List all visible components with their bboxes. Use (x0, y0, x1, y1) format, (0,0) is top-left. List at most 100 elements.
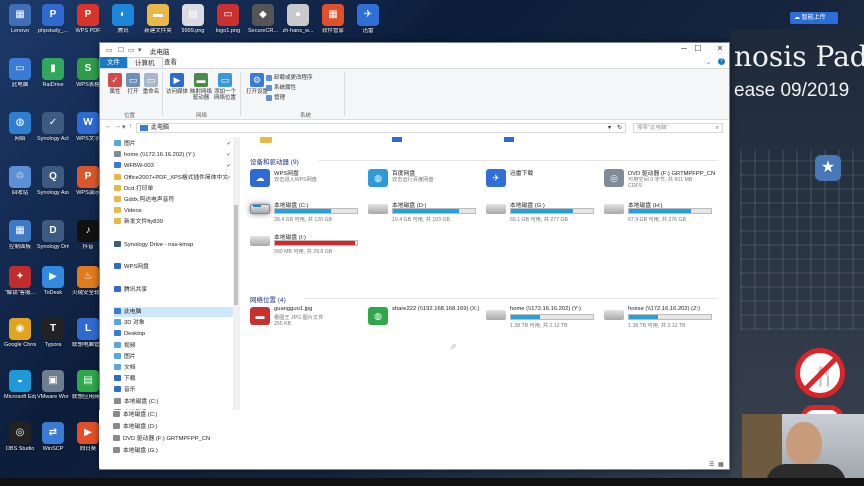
nav-item[interactable]: 下载 (114, 374, 234, 384)
network-header[interactable]: 网络位置 (4) (250, 294, 286, 304)
nav-item[interactable]: WFBW-003 ✔ (114, 161, 234, 171)
nav-item[interactable]: 图片 (114, 352, 234, 362)
nav-item[interactable]: 文档 (114, 363, 234, 373)
address-dropdown-icon[interactable]: ▾ (608, 124, 611, 132)
drive-tile[interactable]: 本地磁盘 (C:) 38.4 GB 可用, 共 120 GB (250, 199, 368, 223)
nav-item[interactable]: 本地磁盘 (C:) (114, 397, 234, 407)
desktop-icon[interactable]: ▦ Lenovo (4, 4, 36, 35)
nav-item[interactable]: 3D 对象 (114, 318, 234, 328)
nav-item[interactable]: WPS网盘 (114, 262, 234, 272)
manage-item[interactable]: 管理 (266, 93, 285, 101)
drive-tile[interactable]: hoese (\\172.16.16.202) (Z:) 1.38 TB 可用, … (604, 305, 722, 329)
nav-item[interactable]: Office2007+PDF_XPS格式插件简体中文 ✔ (114, 173, 234, 183)
map-network-drive-button[interactable]: ▬ 映射网络驱动器 (190, 73, 212, 101)
item-tile[interactable]: ◍ share222 (\\192.168.168.169) (X:) (368, 305, 486, 329)
up-button[interactable]: ↑ (129, 123, 133, 130)
back-button[interactable]: ← (105, 123, 112, 130)
refresh-icon[interactable]: ↻ (617, 124, 622, 132)
nav-item[interactable]: 音乐 (114, 385, 234, 395)
details-view-icon[interactable]: ☰ (709, 460, 714, 469)
desktop-icon[interactable]: D Synology Drive Client (37, 220, 69, 251)
desktop-icon[interactable]: ▶ ToDesk (37, 266, 69, 297)
desktop-icon[interactable]: ◎ OBS Studio (4, 422, 36, 453)
desktop-icon[interactable]: ◍ 网络 (4, 112, 36, 143)
drive-tile[interactable]: 本地磁盘 (D:) 19.4 GB 可用, 共 103 GB (368, 199, 486, 223)
desktop-icon[interactable]: ♲ 回收站 (4, 166, 36, 197)
desktop-icon[interactable]: ✈ 迅雷 (352, 4, 384, 35)
cloud-upload-button[interactable]: ☁ 智能上传 (790, 12, 838, 24)
recent-dropdown-button[interactable]: ▾ (122, 123, 126, 131)
nav-item[interactable]: 本地磁盘 (G:) (113, 446, 233, 456)
desktop-icon-label: Lenovo (10, 28, 30, 34)
nav-item[interactable]: 图片 ✔ (114, 139, 234, 149)
properties-quick-icon[interactable]: ☐ (118, 46, 124, 54)
nav-scrollbar-thumb[interactable] (234, 205, 238, 305)
nav-item[interactable]: 视频 (114, 341, 234, 351)
item-tile[interactable]: ☁ WPS网盘 双击进入WPS网盘 (250, 167, 368, 191)
desktop-icon[interactable]: ▦ 软件管家 (317, 4, 349, 35)
collapse-ribbon-icon[interactable]: ⌄ (706, 59, 711, 66)
nav-item[interactable]: 腾讯共享 (114, 285, 234, 295)
desktop-icon[interactable]: ◐ 腾讯 (107, 4, 139, 35)
desktop-icon[interactable]: ▭ 此电脑 (4, 58, 36, 89)
desktop-icon[interactable]: ▮ RaiDrive (37, 58, 69, 89)
devices-header[interactable]: 设备和驱动器 (9) (250, 156, 299, 166)
desktop-icon[interactable]: ▤ 9999.png (177, 4, 209, 35)
new-folder-quick-icon[interactable]: ▭ (128, 46, 135, 54)
tab-file[interactable]: 文件 (100, 57, 127, 68)
nav-item[interactable]: Synology Drive - nas-kmsp (114, 240, 234, 250)
close-button[interactable]: ✕ (710, 44, 729, 53)
drive-tile[interactable]: 本地磁盘 (H:) 67.9 GB 可用, 共 276 GB (604, 199, 722, 223)
desktop-icon-label: Synology Active Ba... (37, 136, 69, 142)
rename-button[interactable]: ▭ 重命名 (140, 73, 162, 95)
nav-item[interactable]: 本地磁盘 (C:) (113, 410, 233, 420)
system-properties-item[interactable]: 系统属性 (266, 83, 296, 91)
drive-tile[interactable]: home (\\172.16.16.202) (Y:) 1.38 TB 可用, 共… (486, 305, 604, 329)
nav-item[interactable]: DVD 驱动器 (F:) GRTMPFPP_CN (113, 434, 233, 444)
help-icon[interactable]: ? (718, 58, 725, 65)
desktop-icon[interactable]: Q Synology Assistant (37, 166, 69, 197)
desktop-icon[interactable]: ▦ 控制面板 (4, 220, 36, 251)
desktop-icon[interactable]: ● zh-hans_w... (282, 4, 314, 35)
maximize-button[interactable]: ☐ (688, 44, 708, 53)
desktop-icon[interactable]: ▭ logo1.png (212, 4, 244, 35)
nav-item-icon (113, 447, 120, 453)
nav-item[interactable]: 此电脑 (114, 307, 234, 317)
forward-button[interactable]: → (114, 123, 121, 130)
nav-item[interactable]: home (\\172.16.16.202) (Y:) ✔ (114, 150, 234, 160)
desktop-icon[interactable]: ✦ "解锁"客服... (4, 266, 36, 297)
nav-item[interactable]: Videos (114, 206, 234, 216)
nav-item[interactable]: 本地磁盘 (D:) (113, 422, 233, 432)
desktop-icon[interactable]: ✓ Synology Active Ba... (37, 112, 69, 143)
desktop-icon[interactable]: ◉ Google Chrome (4, 318, 36, 349)
nav-item[interactable]: Gddx.阿达电声音符 (114, 195, 234, 205)
search-input[interactable]: 搜索"此电脑" ⌕ (633, 123, 723, 133)
desktop-icon[interactable]: ⇄ WinSCP (37, 422, 69, 453)
tab-view[interactable]: 查看 (157, 57, 184, 68)
desktop-icon[interactable]: T Typora (37, 318, 69, 349)
nav-item[interactable]: Desktop (114, 329, 234, 339)
add-network-location-button[interactable]: ▭ 添加一个网络位置 (214, 73, 236, 101)
item-tile[interactable]: ◍ 百度网盘 双击运行百度网盘 (368, 167, 486, 191)
desktop-icon[interactable]: ▣ VMware Workstati... (37, 370, 69, 401)
item-tile[interactable]: ▬ guangguo1.jpg 看图王 JPG 图片文件 255 KB (250, 305, 368, 329)
desktop-icon-label: ToDesk (43, 290, 63, 296)
item-tile[interactable]: ✈ 迅雷下载 (486, 167, 604, 191)
nav-item[interactable]: 新发文件fty839 (114, 217, 234, 227)
desktop-icon[interactable]: ◒ Microsoft Edge (4, 370, 36, 401)
desktop-icon[interactable]: ▬ 新建文件夹 (142, 4, 174, 35)
item-tile[interactable]: ◎ DVD 驱动器 (F:) GRTMPFPP_CN 可用空间 0 字节, 共 60… (604, 167, 722, 191)
nav-item[interactable]: Dcd.打印单 (114, 184, 234, 194)
desktop-icon[interactable]: Pphpstudy_... (37, 4, 69, 35)
tiles-view-icon[interactable]: ▦ (718, 460, 724, 469)
app-icon: P (77, 166, 99, 188)
uninstall-program-item[interactable]: 卸载或更改程序 (266, 73, 313, 81)
access-media-button[interactable]: ▶ 访问媒体 (166, 73, 188, 95)
drive-tile[interactable]: 本地磁盘 (G:) 69.1 GB 可用, 共 277 GB (486, 199, 604, 223)
desktop-icon[interactable]: ◆ SecureCR... (247, 4, 279, 35)
address-input[interactable]: 此电脑 ▾ ↻ (136, 123, 626, 133)
desktop-icon[interactable]: P WPS PDF (72, 4, 104, 35)
quick-access-dropdown-icon[interactable]: ▾ (138, 46, 142, 54)
open-settings-button[interactable]: ⚙ 打开设置 (246, 73, 268, 95)
drive-tile[interactable]: 本地磁盘 (I:) 990 MB 可用, 共 29.8 GB (250, 231, 368, 255)
